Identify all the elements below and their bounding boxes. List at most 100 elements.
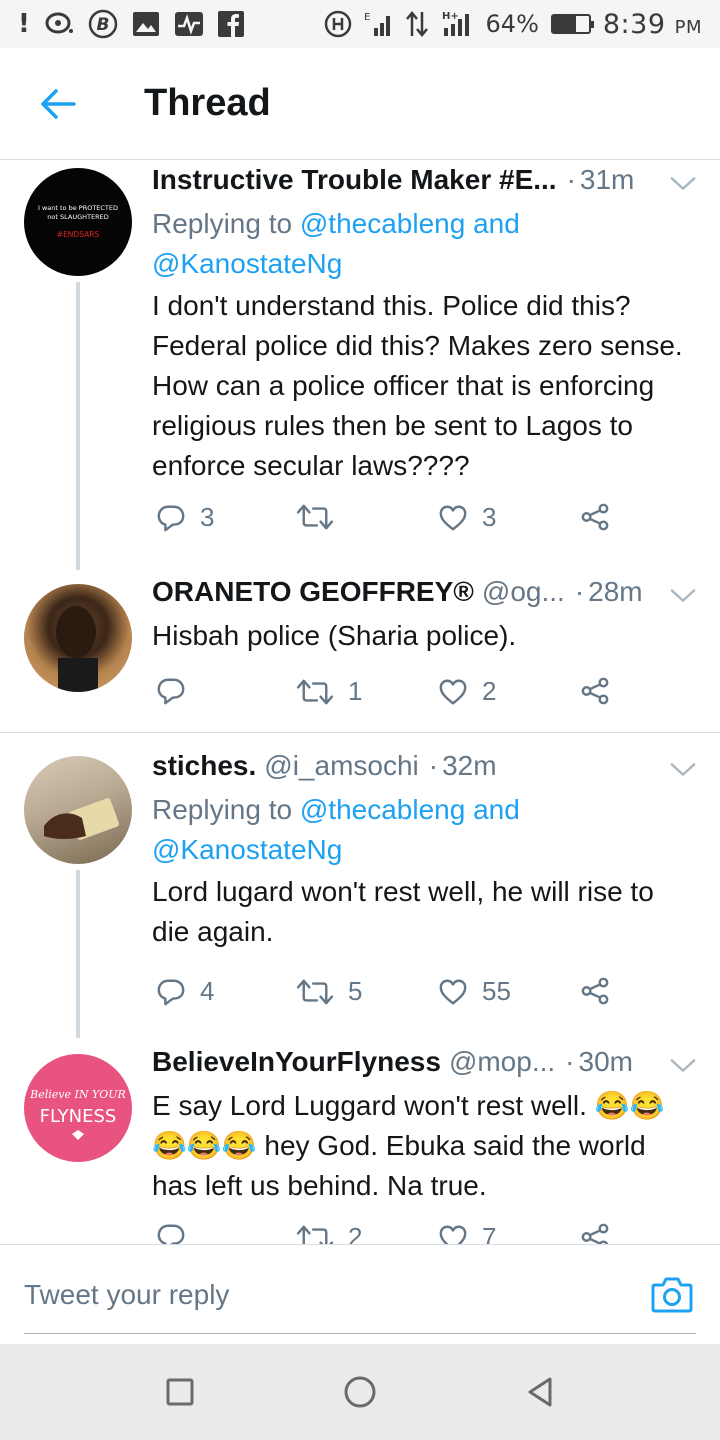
user-handle[interactable]: @i_amsochi xyxy=(264,750,418,782)
activity-icon xyxy=(174,9,204,39)
tweet-card[interactable]: Believe IN YOUR FLYNESS BelieveInYourFly… xyxy=(0,1040,720,1244)
chat-bubble-icon xyxy=(44,9,74,39)
tweet-text: Lord lugard won't rest well, he will ris… xyxy=(152,876,654,947)
page-title: Thread xyxy=(144,82,271,124)
divider xyxy=(0,732,720,733)
avatar[interactable] xyxy=(24,756,132,864)
battery-percent: 64% xyxy=(485,10,539,38)
signal-1-icon: E xyxy=(364,9,394,39)
share-button[interactable] xyxy=(580,1222,610,1244)
share-button[interactable] xyxy=(580,976,610,1006)
hotspot-icon xyxy=(324,9,352,39)
like-button[interactable]: 7 xyxy=(438,1222,496,1244)
like-button[interactable]: 2 xyxy=(438,676,496,707)
retweet-icon xyxy=(296,502,334,532)
b-circle-icon: B xyxy=(88,9,118,39)
svg-text:FLYNESS: FLYNESS xyxy=(40,1106,117,1127)
svg-text:#ENDSARS: #ENDSARS xyxy=(57,230,100,239)
back-button[interactable] xyxy=(28,74,88,134)
reply-button[interactable] xyxy=(156,1222,200,1244)
svg-text:E: E xyxy=(364,12,370,23)
mention-link[interactable]: @thecableng and xyxy=(300,208,520,239)
tweet-card[interactable]: I want to be PROTECTED not SLAUGHTERED #… xyxy=(0,160,720,570)
reply-icon xyxy=(156,1222,186,1244)
reply-button[interactable]: 4 xyxy=(156,976,214,1007)
tweet-menu-button[interactable] xyxy=(656,167,696,199)
thread-connector xyxy=(76,870,80,1038)
chevron-down-icon xyxy=(670,1058,696,1074)
tweet-card[interactable]: stiches. @i_amsochi · 32m Replying to @t… xyxy=(0,744,720,1038)
like-icon xyxy=(438,1223,468,1245)
tweet-text: E say Lord Luggard won't rest well. 😂😂😂😂… xyxy=(152,1090,665,1201)
reply-icon xyxy=(156,676,186,706)
retweet-button[interactable]: 2 xyxy=(296,1222,362,1244)
like-count: 55 xyxy=(482,976,511,1006)
retweet-count: 1 xyxy=(348,676,363,706)
chevron-down-icon xyxy=(670,176,696,192)
share-icon xyxy=(580,502,610,532)
retweet-icon xyxy=(296,977,334,1007)
retweet-count: 2 xyxy=(348,1222,363,1244)
clock: 8:39 PM xyxy=(602,8,702,40)
share-button[interactable] xyxy=(580,676,610,706)
reply-button[interactable] xyxy=(156,676,200,706)
reply-count: 3 xyxy=(200,502,215,532)
retweet-button[interactable]: 1 xyxy=(296,676,362,707)
data-arrows-icon xyxy=(405,9,428,39)
display-name[interactable]: ORANETO GEOFFREY® xyxy=(152,576,474,608)
avatar[interactable] xyxy=(24,584,132,692)
tweet-menu-button[interactable] xyxy=(656,1049,696,1081)
tweet-time: 28m xyxy=(588,576,643,607)
signal-2-icon: H+ xyxy=(440,9,474,39)
replying-to: Replying to @thecableng and @KanostateNg xyxy=(152,208,520,279)
retweet-icon xyxy=(296,677,334,707)
like-icon xyxy=(438,977,468,1007)
retweet-button[interactable] xyxy=(296,502,348,532)
tweet-reply-input[interactable] xyxy=(24,1273,624,1317)
svg-text:not SLAUGHTERED: not SLAUGHTERED xyxy=(47,213,108,221)
like-icon xyxy=(438,503,468,533)
chevron-down-icon xyxy=(670,762,696,778)
facebook-icon xyxy=(217,9,244,39)
svg-text:I want to be PROTECTED: I want to be PROTECTED xyxy=(38,204,118,212)
tweet-menu-button[interactable] xyxy=(656,753,696,785)
display-name[interactable]: BelieveInYourFlyness xyxy=(152,1046,441,1078)
tweet-text: Hisbah police (Sharia police). xyxy=(152,620,517,651)
user-handle[interactable]: @mop... xyxy=(449,1046,555,1078)
share-icon xyxy=(580,1222,610,1244)
mention-link[interactable]: @KanostateNg xyxy=(152,834,342,865)
tweet-time: 30m xyxy=(578,1046,633,1077)
tweet-text: I don't understand this. Police did this… xyxy=(152,290,683,481)
display-name[interactable]: stiches. xyxy=(152,750,256,782)
nav-home-button[interactable] xyxy=(340,1372,380,1412)
nav-recents-icon xyxy=(166,1378,194,1406)
input-underline xyxy=(24,1333,696,1334)
user-handle[interactable]: @og... xyxy=(482,576,565,608)
share-icon xyxy=(580,676,610,706)
tweet-card[interactable]: ORANETO GEOFFREY® @og... · 28m Hisbah po… xyxy=(0,570,720,732)
reply-icon xyxy=(156,977,186,1007)
mention-link[interactable]: @KanostateNg xyxy=(152,248,342,279)
status-bar: ! B E H+ 64% 8:39 PM xyxy=(0,0,720,48)
retweet-icon xyxy=(296,1223,334,1245)
share-button[interactable] xyxy=(580,502,610,532)
display-name[interactable]: Instructive Trouble Maker #E... xyxy=(152,164,557,196)
nav-back-button[interactable] xyxy=(520,1372,560,1412)
reply-button[interactable]: 3 xyxy=(156,502,214,533)
camera-button[interactable] xyxy=(650,1273,694,1317)
reply-icon xyxy=(156,503,186,533)
tweet-menu-button[interactable] xyxy=(656,579,696,611)
svg-text:B: B xyxy=(96,15,109,35)
svg-text:H+: H+ xyxy=(442,11,459,22)
avatar[interactable]: I want to be PROTECTED not SLAUGHTERED #… xyxy=(24,168,132,276)
like-button[interactable]: 55 xyxy=(438,976,511,1007)
avatar[interactable]: Believe IN YOUR FLYNESS xyxy=(24,1054,132,1162)
like-button[interactable]: 3 xyxy=(438,502,496,533)
image-icon xyxy=(132,9,160,39)
share-icon xyxy=(580,976,610,1006)
nav-recents-button[interactable] xyxy=(160,1372,200,1412)
replying-to: Replying to @thecableng and @KanostateNg xyxy=(152,794,520,865)
mention-link[interactable]: @thecableng and xyxy=(300,794,520,825)
svg-text:Believe IN YOUR: Believe IN YOUR xyxy=(29,1088,126,1101)
retweet-button[interactable]: 5 xyxy=(296,976,362,1007)
